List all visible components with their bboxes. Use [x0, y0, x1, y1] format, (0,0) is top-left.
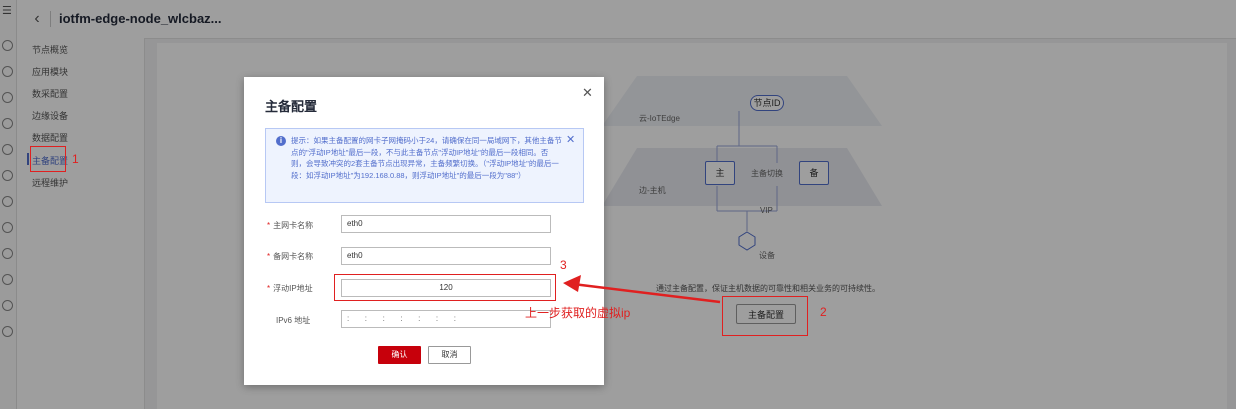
ha-config-dialog: 主备配置 ✕ i 提示：如果主备配置的网卡子网掩码小于24，请确保在同一局域网下…: [244, 77, 604, 385]
annotation-number-2: 2: [820, 305, 827, 319]
modal-backdrop: [0, 0, 1236, 409]
alert-banner: i 提示：如果主备配置的网卡子网掩码小于24，请确保在同一局域网下，其他主备节点…: [265, 128, 584, 203]
annotation-box-2: [722, 296, 808, 336]
annotation-arrow-text: 上一步获取的虚拟ip: [525, 306, 631, 320]
ipv6-label: IPv6 地址: [276, 316, 311, 325]
ipv6-input[interactable]: : : : : : : :: [341, 310, 551, 328]
annotation-box-1: [30, 146, 66, 172]
primary-nic-input[interactable]: eth0: [341, 215, 551, 233]
info-icon: i: [276, 136, 286, 146]
primary-nic-label: * 主网卡名称: [267, 221, 314, 230]
annotation-arrow: [563, 275, 721, 304]
float-ip-label: * 浮动IP地址: [267, 284, 313, 293]
standby-nic-input[interactable]: eth0: [341, 247, 551, 265]
close-icon[interactable]: ✕: [566, 133, 575, 146]
confirm-button[interactable]: 确认: [378, 346, 421, 364]
cancel-button[interactable]: 取消: [428, 346, 471, 364]
annotation-number-1: 1: [72, 152, 79, 166]
standby-nic-label: * 备网卡名称: [267, 252, 314, 261]
dialog-title: 主备配置: [265, 99, 318, 114]
annotation-box-3: [334, 274, 556, 301]
alert-text: 提示：如果主备配置的网卡子网掩码小于24，请确保在同一局域网下，其他主备节点的"…: [291, 136, 562, 180]
close-icon[interactable]: ✕: [582, 85, 593, 101]
